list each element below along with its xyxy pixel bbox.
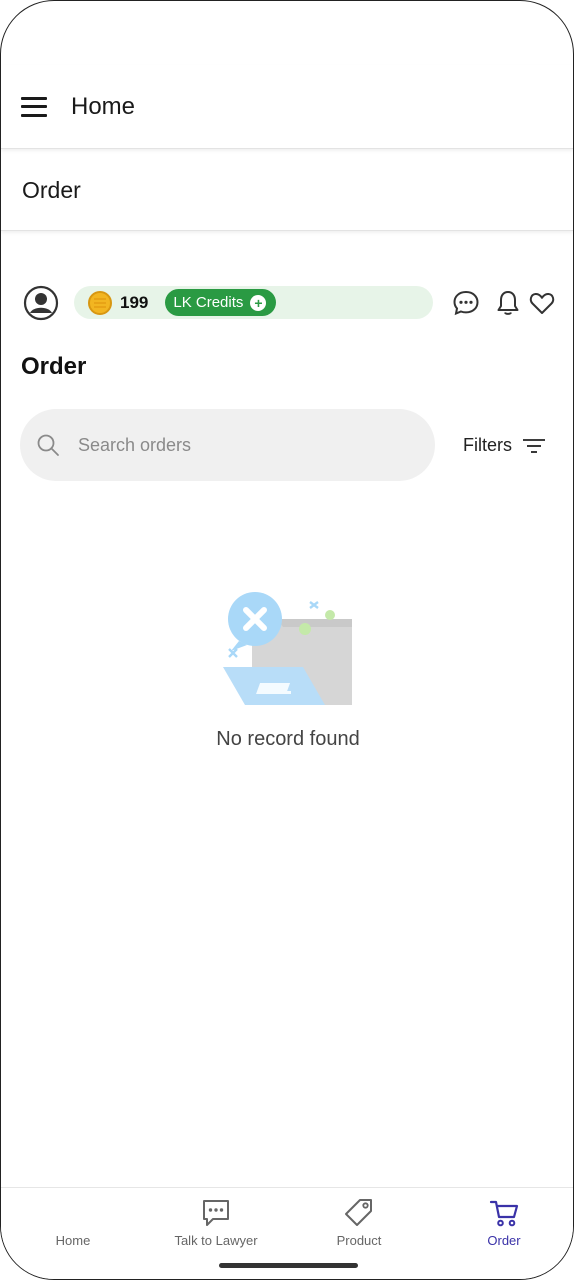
nav-label-product: Product — [336, 1233, 382, 1248]
search-input[interactable] — [78, 434, 398, 456]
section-bar: Order — [1, 151, 573, 231]
credits-pill[interactable]: 199 LK Credits + — [74, 286, 433, 319]
nav-item-product[interactable]: Product — [304, 1188, 414, 1258]
nav-item-order[interactable]: Order — [449, 1188, 559, 1258]
nav-label-talk-to-lawyer: Talk to Lawyer — [174, 1233, 258, 1248]
chat-bubble-icon[interactable] — [452, 289, 480, 317]
phone-screen: Home Order 199 LK Credits + Order Search… — [0, 0, 574, 1280]
coin-icon — [88, 290, 112, 315]
credits-count: 199 — [120, 292, 149, 312]
nav-label-home: Home — [55, 1233, 91, 1248]
lk-credits-label: LK Credits — [173, 294, 244, 311]
home-indicator — [219, 1263, 358, 1268]
filters-label: Filters — [463, 435, 512, 455]
bell-icon[interactable] — [494, 289, 522, 317]
hamburger-menu-icon[interactable] — [21, 96, 47, 117]
add-credits-icon: + — [250, 294, 267, 311]
nav-label-order: Order — [487, 1233, 521, 1248]
credits-row: 199 LK Credits + — [1, 285, 573, 321]
empty-state-message: No record found — [216, 728, 360, 750]
empty-folder-illustration — [223, 592, 352, 705]
search-bar[interactable] — [20, 409, 435, 481]
nav-item-home[interactable]: Home — [18, 1188, 128, 1258]
page-heading: Order — [21, 353, 87, 380]
section-title: Order — [22, 177, 81, 203]
lk-credits-button[interactable]: LK Credits + — [165, 289, 277, 316]
app-bar: Home — [1, 65, 573, 149]
filter-lines-icon — [523, 438, 545, 453]
price-tag-icon — [345, 1199, 372, 1226]
app-bar-title: Home — [71, 92, 136, 120]
chat-bubble-icon — [203, 1200, 229, 1226]
nav-item-talk-to-lawyer[interactable]: Talk to Lawyer — [161, 1188, 271, 1258]
filters-button[interactable]: Filters — [463, 435, 546, 456]
heart-icon[interactable] — [528, 289, 556, 317]
cart-icon — [489, 1200, 519, 1227]
user-circle-icon[interactable] — [23, 285, 59, 321]
search-icon — [37, 434, 59, 456]
